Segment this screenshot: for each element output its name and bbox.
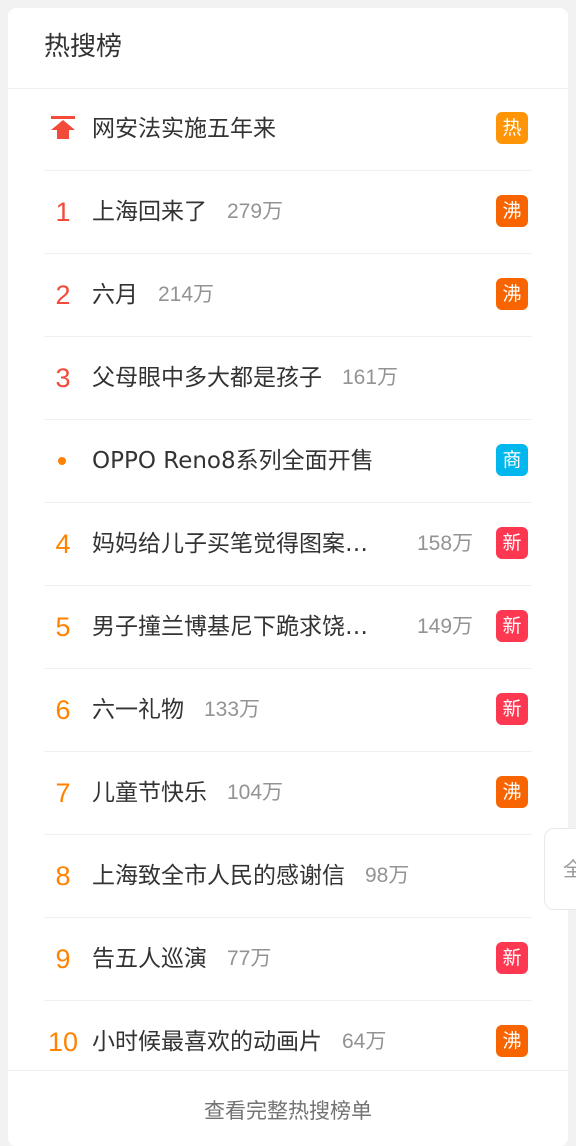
hot-search-title[interactable]: 六月	[92, 254, 138, 336]
hot-search-title[interactable]: 网安法实施五年来	[92, 88, 276, 170]
badge-boil: 沸	[496, 1025, 528, 1057]
hot-search-panel: 热搜榜 网安法实施五年来热 1 上海回来了 279万沸 2 六月 214万沸 3 父母眼中多大都…	[8, 8, 568, 1146]
hot-search-title[interactable]: 父母眼中多大都是孩子	[92, 337, 322, 419]
hot-search-item[interactable]: 网安法实施五年来 热	[44, 88, 532, 171]
heat-count: 104万	[227, 781, 284, 804]
hot-search-item[interactable]: 7 儿童节快乐 104万 沸	[44, 752, 532, 835]
badge-new: 新	[496, 693, 528, 725]
hot-search-item[interactable]: 3 父母眼中多大都是孩子 161万	[44, 337, 532, 420]
hot-search-item[interactable]: 1 上海回来了 279万 沸	[44, 171, 532, 254]
heat-count: 214万	[158, 283, 215, 306]
rank-number: 6	[55, 695, 71, 725]
heat-count: 77万	[227, 947, 272, 970]
badge-hot: 热	[496, 112, 528, 144]
hot-search-item[interactable]: 6 六一礼物 133万 新	[44, 669, 532, 752]
view-full-list-link[interactable]: 查看完整热搜榜单	[8, 1070, 568, 1146]
badge-new: 新	[496, 610, 528, 642]
promoted-dot-icon	[58, 457, 66, 465]
heat-count: 161万	[342, 366, 399, 389]
hot-search-item[interactable]: 8 上海致全市人民的感谢信 98万	[44, 835, 532, 918]
hot-search-title[interactable]: 上海回来了	[92, 171, 207, 253]
badge-boil: 沸	[496, 278, 528, 310]
hot-search-item[interactable]: 4 妈妈给儿子买笔觉得图案不对劲 158万新	[44, 503, 532, 586]
hot-search-title[interactable]: 妈妈给儿子买笔觉得图案不对劲	[92, 503, 387, 585]
hot-search-title[interactable]: OPPO Reno8系列全面开售	[92, 420, 374, 502]
rank-number: 4	[55, 529, 71, 559]
rank-number: 7	[55, 778, 71, 808]
heat-count: 158万	[417, 532, 474, 555]
heat-count: 133万	[204, 698, 261, 721]
hot-search-title[interactable]: 男子撞兰博基尼下跪求饶车主回应	[92, 586, 387, 668]
badge-new: 新	[496, 942, 528, 974]
heat-count: 149万	[417, 615, 474, 638]
heat-count: 279万	[227, 200, 284, 223]
rank-number: 3	[55, 363, 71, 393]
hot-search-item[interactable]: 2 六月 214万 沸	[44, 254, 532, 337]
badge-new: 新	[496, 527, 528, 559]
rank-number: 2	[55, 280, 71, 310]
hot-search-list: 网安法实施五年来热 1 上海回来了 279万沸 2 六月 214万沸 3 父母眼中多大都是孩子 1…	[44, 88, 532, 1083]
side-tab-label: 全	[563, 857, 576, 881]
rank-number: 1	[55, 197, 71, 227]
panel-title: 热搜榜	[44, 32, 123, 62]
badge-boil: 沸	[496, 195, 528, 227]
rank-number: 8	[55, 861, 71, 891]
hot-search-item[interactable]: 5 男子撞兰博基尼下跪求饶车主回应 149万新	[44, 586, 532, 669]
hot-search-title[interactable]: 上海致全市人民的感谢信	[92, 835, 345, 917]
rank-number: 9	[55, 944, 71, 974]
hot-search-title[interactable]: 告五人巡演	[92, 918, 207, 1000]
side-float-tab[interactable]: 全	[544, 828, 576, 910]
pinned-top-icon	[50, 115, 76, 141]
panel-header: 热搜榜	[8, 8, 568, 89]
rank-number: 5	[55, 612, 71, 642]
hot-search-title[interactable]: 六一礼物	[92, 669, 184, 751]
hot-search-item[interactable]: OPPO Reno8系列全面开售 商	[44, 420, 532, 503]
hot-search-title[interactable]: 儿童节快乐	[92, 752, 207, 834]
badge-boil: 沸	[496, 776, 528, 808]
hot-search-item[interactable]: 9 告五人巡演 77万 新	[44, 918, 532, 1001]
badge-ad: 商	[496, 444, 528, 476]
heat-count: 98万	[365, 864, 410, 887]
